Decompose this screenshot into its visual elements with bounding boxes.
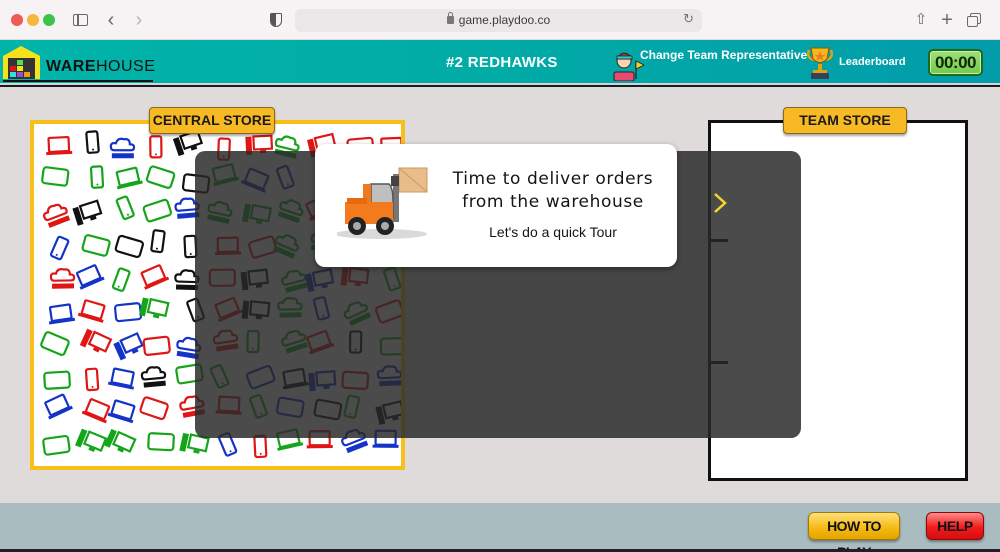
laptop-icon bbox=[75, 264, 105, 290]
warehouse-logo: WAREHOUSE bbox=[3, 42, 156, 82]
game-header: WAREHOUSE #2 REDHAWKS Change Team Repres… bbox=[0, 40, 1000, 85]
url-text: game.playdoo.co bbox=[458, 13, 551, 27]
new-tab-icon[interactable]: + bbox=[936, 9, 958, 31]
laptop-icon bbox=[46, 135, 73, 156]
team-name: #2 REDHAWKS bbox=[446, 54, 558, 71]
tour-subtitle: Let's do a quick Tour bbox=[489, 224, 617, 240]
footer-bar: HOW TO PLAY HELP bbox=[0, 503, 1000, 552]
tablet-icon bbox=[41, 166, 70, 187]
forklift-icon bbox=[337, 167, 428, 239]
phone-icon bbox=[84, 367, 100, 392]
tablet-icon bbox=[43, 370, 71, 390]
tabs-overview-icon[interactable] bbox=[964, 9, 986, 31]
tablet-icon bbox=[81, 234, 111, 257]
phone-icon bbox=[111, 267, 131, 292]
tablet-icon bbox=[142, 335, 171, 356]
desktop-icon bbox=[79, 328, 113, 353]
forward-icon[interactable]: › bbox=[128, 9, 150, 31]
laptop-icon bbox=[107, 399, 136, 424]
tablet-icon bbox=[114, 234, 144, 259]
laptop-icon bbox=[115, 166, 143, 190]
tablet-icon bbox=[139, 396, 169, 421]
laptop-icon bbox=[81, 398, 111, 424]
tablet-icon bbox=[142, 198, 173, 223]
leaderboard-button[interactable]: Leaderboard bbox=[839, 56, 906, 68]
tour-title-line-1: Time to deliver orders bbox=[452, 169, 654, 189]
desktop-icon bbox=[72, 199, 103, 226]
logo-text-bold: WARE bbox=[46, 58, 96, 75]
how-to-play-button[interactable]: HOW TO PLAY bbox=[808, 512, 900, 552]
trophy-icon[interactable] bbox=[806, 46, 834, 80]
desktop-icon bbox=[138, 297, 170, 319]
desktop-icon bbox=[104, 428, 137, 453]
help-button[interactable]: HELP bbox=[926, 512, 984, 540]
maximize-window-button[interactable] bbox=[43, 14, 55, 26]
share-icon[interactable]: ⇧ bbox=[910, 9, 932, 31]
phone-icon bbox=[85, 130, 100, 154]
tablet-icon bbox=[113, 302, 143, 323]
laptop-icon bbox=[77, 299, 106, 323]
browser-toolbar: ‹ › game.playdoo.co ↻ ⇧ + bbox=[0, 0, 1000, 40]
phone-icon bbox=[149, 135, 163, 159]
phone-icon bbox=[49, 235, 70, 261]
tour-next-chevron-right-icon[interactable] bbox=[709, 185, 731, 221]
laptop-icon bbox=[140, 264, 170, 290]
central-store-label: CENTRAL STORE bbox=[149, 107, 275, 134]
laptop-icon bbox=[44, 393, 73, 420]
cloud-server-icon bbox=[109, 137, 136, 159]
lock-icon bbox=[446, 12, 454, 24]
back-icon[interactable]: ‹ bbox=[100, 9, 122, 31]
tablet-icon bbox=[145, 165, 176, 189]
tablet-icon bbox=[147, 432, 175, 452]
laptop-icon bbox=[107, 367, 135, 390]
tour-card: Time to deliver orders from the warehous… bbox=[315, 144, 677, 267]
cloud-server-icon bbox=[42, 203, 71, 228]
cloud-server-icon bbox=[49, 267, 76, 289]
tour-title: Time to deliver orders from the warehous… bbox=[443, 168, 663, 214]
tour-title-line-2: from the warehouse bbox=[462, 192, 644, 212]
team-representative-icon[interactable] bbox=[608, 45, 644, 81]
phone-icon bbox=[253, 434, 268, 459]
tablet-icon bbox=[42, 434, 71, 456]
minimize-window-button[interactable] bbox=[27, 14, 39, 26]
team-store-label: TEAM STORE bbox=[783, 107, 907, 134]
phone-icon bbox=[115, 195, 135, 221]
sidebar-icon[interactable] bbox=[70, 9, 92, 31]
phone-icon bbox=[89, 165, 105, 189]
tablet-icon bbox=[40, 331, 70, 356]
logo-underline bbox=[3, 80, 153, 82]
warehouse-house-icon bbox=[3, 46, 40, 79]
game-timer: 00:00 bbox=[928, 49, 983, 76]
logo-text-regular: HOUSE bbox=[96, 58, 156, 75]
cloud-server-icon bbox=[140, 366, 167, 388]
desktop-icon bbox=[75, 428, 108, 453]
close-window-button[interactable] bbox=[11, 14, 23, 26]
laptop-icon bbox=[48, 303, 76, 325]
desktop-icon bbox=[113, 331, 144, 361]
phone-icon bbox=[150, 229, 166, 254]
reload-icon[interactable]: ↻ bbox=[683, 11, 694, 27]
privacy-shield-icon[interactable] bbox=[265, 9, 287, 31]
address-bar[interactable]: game.playdoo.co ↻ bbox=[295, 9, 702, 32]
change-team-representative-button[interactable]: Change Team Representative bbox=[640, 48, 807, 62]
